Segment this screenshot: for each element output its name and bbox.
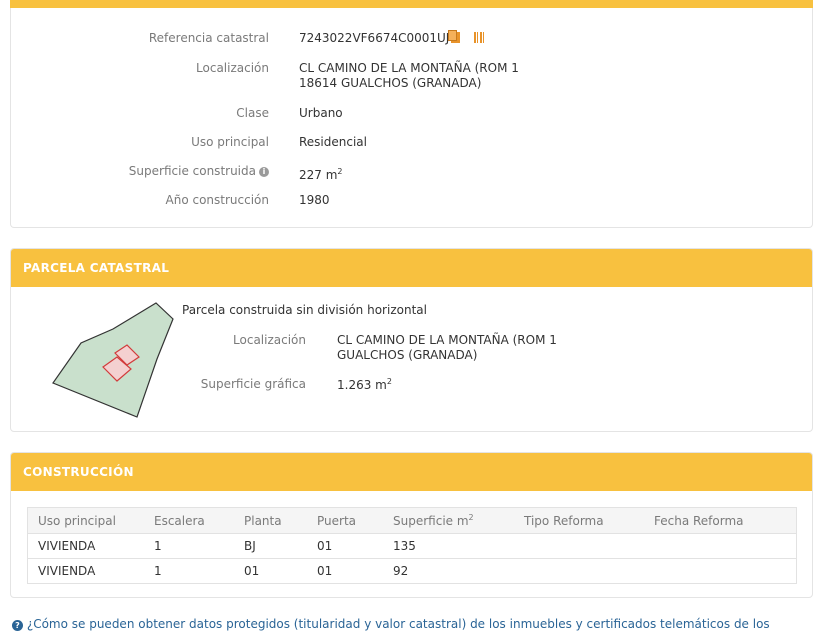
cell-escalera: 1	[154, 564, 162, 578]
cell-fecha-reforma	[654, 534, 797, 559]
parcela-sup-exp: 2	[386, 377, 392, 386]
parcela-panel: PARCELA CATASTRAL Parcela construida sin…	[10, 248, 813, 432]
col-planta: Planta	[244, 513, 282, 528]
label-clase: Clase	[236, 106, 269, 120]
cell-uso: VIVIENDA	[38, 564, 96, 578]
construccion-header: CONSTRUCCIÓN	[11, 453, 812, 491]
value-ano: 1980	[299, 193, 330, 207]
label-uso: Uso principal	[191, 135, 269, 149]
cell-superficie: 92	[393, 564, 409, 578]
cell-tipo-reforma	[524, 559, 654, 584]
construccion-table: Uso principal Escalera Planta Puerta Sup…	[27, 507, 797, 584]
cell-fecha-reforma	[654, 559, 797, 584]
value-referencia: 7243022VF6674C0001UJ	[299, 30, 486, 46]
cell-puerta: 01	[317, 564, 333, 578]
col-tipo-reforma: Tipo Reforma	[524, 513, 604, 528]
cell-uso: VIVIENDA	[38, 539, 96, 553]
col-escalera: Escalera	[154, 513, 205, 528]
parcela-loc-line2: GUALCHOS (GRANADA)	[337, 348, 478, 362]
value-localizacion: CL CAMINO DE LA MONTAÑA (ROM 1 18614 GUA…	[299, 61, 519, 91]
cell-escalera: 1	[154, 539, 162, 553]
table-row: VIVIENDA 1 01 01 92	[28, 559, 797, 584]
cell-planta: 01	[244, 564, 260, 578]
cell-planta: BJ	[244, 539, 256, 553]
parcela-sup-value: 1.263 m2	[337, 377, 392, 392]
superficie-text: 227 m	[299, 168, 338, 182]
parcela-loc-value: CL CAMINO DE LA MONTAÑA (ROM 1 GUALCHOS …	[337, 333, 557, 363]
table-row: VIVIENDA 1 BJ 01 135	[27, 534, 797, 559]
label-superficie: Superficie construida i	[129, 164, 269, 178]
inmueble-panel: Referencia catastral 7243022VF6674C0001U…	[10, 8, 813, 228]
copy-icon[interactable]	[448, 30, 461, 43]
localizacion-line2: 18614 GUALCHOS (GRANADA)	[299, 76, 482, 90]
barcode-icon[interactable]	[474, 32, 486, 43]
referencia-text[interactable]: 7243022VF6674C0001UJ	[299, 31, 449, 45]
cell-superficie: 135	[393, 539, 416, 553]
parcela-loc-line1: CL CAMINO DE LA MONTAÑA (ROM 1	[337, 333, 557, 347]
value-superficie: 227 m2	[299, 164, 343, 183]
superficie-sup: 2	[337, 167, 343, 176]
col-superficie-sup: 2	[468, 513, 474, 522]
parcela-sup-text: 1.263 m	[337, 378, 387, 392]
value-clase: Urbano	[299, 106, 343, 120]
cell-puerta: 01	[317, 539, 333, 553]
cell-tipo-reforma	[524, 534, 654, 559]
question-icon: ?	[12, 620, 23, 631]
parcela-subtitle: Parcela construida sin división horizont…	[182, 303, 427, 317]
col-superficie-text: Superficie m	[393, 514, 469, 528]
label-localizacion: Localización	[196, 61, 269, 75]
label-referencia: Referencia catastral	[148, 31, 269, 45]
value-uso: Residencial	[299, 135, 367, 149]
col-puerta: Puerta	[317, 513, 357, 528]
localizacion-line1: CL CAMINO DE LA MONTAÑA (ROM 1	[299, 61, 519, 75]
col-uso: Uso principal	[38, 513, 116, 528]
table-header-row: Uso principal Escalera Planta Puerta Sup…	[27, 507, 797, 534]
parcela-loc-label: Localización	[233, 333, 306, 347]
col-superficie: Superficie m2	[393, 508, 524, 534]
footer-help: ? ¿Cómo se pueden obtener datos protegid…	[12, 617, 770, 631]
construccion-panel: CONSTRUCCIÓN Uso principal Escalera Plan…	[10, 452, 813, 598]
parcela-sup-label: Superficie gráfica	[200, 377, 306, 391]
parcel-map[interactable]	[47, 299, 177, 419]
parcela-header: PARCELA CATASTRAL	[11, 249, 812, 287]
label-superficie-text: Superficie construida	[128, 164, 256, 178]
help-link[interactable]: ¿Cómo se pueden obtener datos protegidos…	[27, 617, 770, 631]
inmueble-header-strip	[10, 0, 813, 8]
label-ano: Año construcción	[165, 193, 270, 207]
info-icon[interactable]: i	[259, 167, 269, 177]
col-fecha-reforma: Fecha Reforma	[654, 513, 744, 528]
